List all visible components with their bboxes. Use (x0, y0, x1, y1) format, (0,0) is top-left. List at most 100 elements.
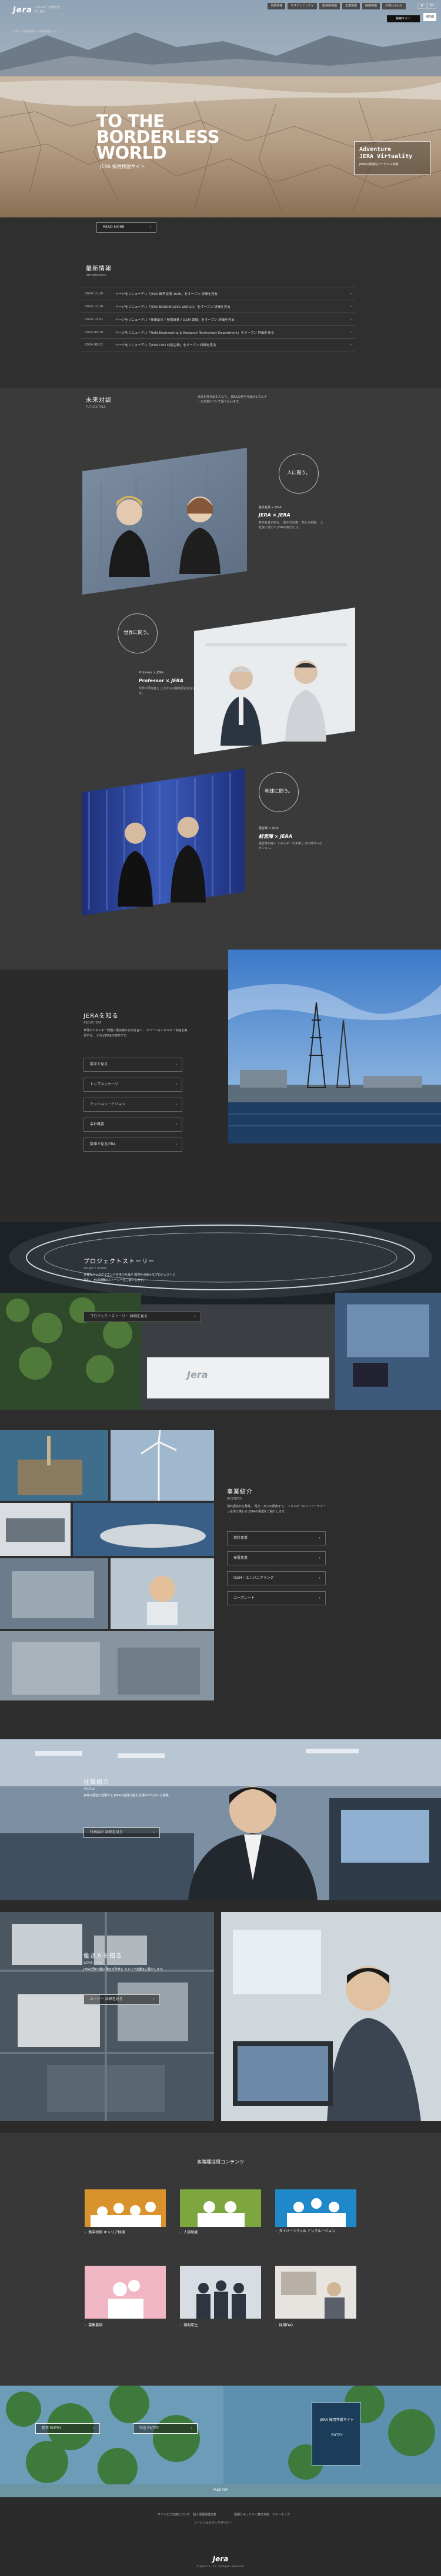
future-lead: 未来を描き出す人たち。 JERAの若手社員がエネルギーの未来について語り合います… (198, 395, 267, 404)
business-link-corporate[interactable]: コーポレート (227, 1591, 326, 1605)
news-section: READ MORE 最新情報 INFORMATION 2024.11.20 ペー… (0, 217, 441, 388)
business-link-fuel[interactable]: 燃料事業 (227, 1531, 326, 1545)
news-text: ページをリニューアル「JERA CEO 対談企画」をオープン 詳細を見る (115, 344, 216, 347)
about-link-numbers[interactable]: 数字で見る (83, 1058, 182, 1072)
talk-2-label: Professor × JERA (139, 671, 163, 675)
chevron-right-icon: › (350, 291, 352, 296)
employee-image (0, 1739, 441, 1900)
jera-logo[interactable]: Jera (13, 6, 32, 15)
logo-tagline-2: 切り拓く (34, 10, 46, 14)
office-image (0, 1222, 441, 1410)
career-entry-button[interactable]: 中途 ENTRY (133, 2423, 198, 2434)
contents-label[interactable]: 募集要項 (85, 2322, 102, 2327)
future-subtitle: FUTURE TALK (86, 405, 106, 409)
talk-3-photo[interactable] (82, 769, 245, 915)
new-grad-entry-button[interactable]: 新卒 ENTRY (35, 2423, 100, 2434)
business-link-power[interactable]: 発電事業 (227, 1551, 326, 1565)
news-title: 最新情報 (86, 266, 112, 272)
work-title: 働き方を知る (83, 1953, 122, 1960)
talk-2-photo[interactable] (194, 608, 355, 754)
chevron-right-icon: › (350, 304, 352, 308)
office-jera-logo: Jera (187, 1369, 208, 1380)
news-item[interactable]: 2024.11.20 ページをリニューアル「JERA 新卒採用 2026」をオー… (81, 287, 355, 300)
talk-1-photo[interactable] (82, 448, 247, 595)
contents-tile-requirements[interactable] (85, 2266, 166, 2319)
nav-item-company[interactable]: 企業情報 (342, 3, 360, 9)
contents-tile-hr-system[interactable] (180, 2189, 261, 2227)
nav-item-sustainability[interactable]: サステナビリティ (288, 3, 317, 9)
footer-links-1[interactable]: サイトのご利用について 個人情報保護方針 (158, 2513, 216, 2517)
about-link-mission[interactable]: ミッション・ビジョン (83, 1098, 182, 1112)
contents-tile-recruit[interactable] (85, 2189, 166, 2227)
about-link-top-message[interactable]: トップメッセージ (83, 1078, 182, 1092)
about-link-company[interactable]: 会社概要 (83, 1118, 182, 1132)
news-text: ページをリニューアル「JERA BORDERLESS WORLD」をオープン 詳… (115, 305, 230, 309)
business-section: 事業紹介 BUSINESS 燃料調達から発電、 電力・ガスの販売まで。 エネルギ… (0, 1410, 441, 1739)
talk-2-text: 世界の研究者と これからの脱炭素社会を語る。 (139, 687, 196, 695)
banner-line-1: Adventure (359, 146, 392, 153)
business-link-om[interactable]: O&M・エンジニアリング (227, 1571, 326, 1585)
news-item[interactable]: 2024.09.10 ページをリニューアル「Field Engineering … (81, 326, 355, 338)
banner-subtext: JERAの挑戦をバーチャル体験 (359, 163, 399, 166)
news-item[interactable]: 2024.11.10 ページをリニューアル「JERA BORDERLESS WO… (81, 300, 355, 313)
people-section[interactable]: 社員紹介 PEOPLE 多様な個性が活躍する JERAの社員が語る 仕事のやりが… (0, 1739, 441, 1900)
about-subtitle: ABOUT JERA (83, 1021, 102, 1025)
contents-label[interactable]: 福利厚生 (180, 2322, 198, 2327)
people-button[interactable]: 社員紹介 詳細を見る (83, 1827, 160, 1838)
contents-label[interactable]: ダイバーシティ& インクルージョン (275, 2229, 346, 2234)
contents-tile-welfare[interactable] (180, 2266, 261, 2319)
recruit-site-button[interactable]: 採用サイト (387, 15, 420, 22)
nav-item-business[interactable]: 事業情報 (268, 3, 286, 9)
aerial-plant-image[interactable] (0, 1912, 214, 2121)
talk-1-text: 若手社員が語る、 働き方改革、 新たな挑戦、 入社後に感じた JERAの魅力とは… (259, 521, 323, 529)
chevron-right-icon: › (350, 343, 352, 347)
talk-2-circle: 世界に問う。 (118, 613, 158, 653)
about-heading: JERAを知る ABOUT JERA (83, 1011, 119, 1025)
nav-item-recruit[interactable]: 採用情報 (362, 3, 380, 9)
contents-label[interactable]: 採用FAQ (275, 2322, 293, 2327)
nav-item-contact[interactable]: お問い合わせ (382, 3, 406, 9)
footer-links-2[interactable]: 情報セキュリティ基本方針 サイトマップ (234, 2513, 290, 2517)
nav-item-ir[interactable]: 投資家情報 (319, 3, 340, 9)
lang-jp-button[interactable]: JP (417, 4, 427, 9)
project-story-section: Jera プロジェクトストーリー PROJECT STORY 多様なバックグラウ… (0, 1222, 441, 1410)
entry-section: 新卒 ENTRY 中途 ENTRY JERA 採用特設サイト ENTRY (0, 2386, 441, 2484)
about-link-data[interactable]: 数値で見るJERA (83, 1138, 182, 1152)
lang-en-button[interactable]: EN (427, 4, 436, 9)
talk-3-label: 経営陣 × JERA (259, 827, 279, 830)
footer-links-3[interactable]: ソーシャルメディアポリシー (194, 2521, 232, 2525)
menu-button[interactable]: MENU (423, 13, 436, 21)
page-top-link[interactable]: PAGE TOP (0, 2488, 441, 2492)
contents-label[interactable]: 新卒採用 キャリア採用 (85, 2229, 125, 2235)
power-plant-image (228, 950, 441, 1143)
project-title: プロジェクトストーリー (83, 1259, 155, 1265)
work-subtitle: WORK STYLE (83, 1961, 103, 1965)
contents-tile-faq[interactable] (275, 2266, 356, 2319)
news-item[interactable]: 2024.08.01 ページをリニューアル「JERA CEO 対談企画」をオープ… (81, 338, 355, 351)
work-heading: 働き方を知る WORK STYLE (83, 1951, 122, 1965)
work-style-section: 働き方を知る WORK STYLE JERAが取り組む 働き方改革と キャリア支… (0, 1900, 441, 2133)
news-date: 2024.11.20 (85, 291, 103, 296)
talk-1-tag: 人に問う。 (287, 470, 310, 475)
intro-read-more-button[interactable]: READ MORE (96, 222, 156, 233)
footer-logo[interactable]: Jera (0, 2555, 441, 2563)
site-header: Jera エネルギー新時代を 切り拓く 事業情報 サステナビリティ 投資家情報 … (0, 0, 441, 26)
entry-background-image (0, 2386, 441, 2484)
news-item[interactable]: 2024.10.01 ページをリニューアル「事業紹介 / 発電事業 / O&M … (81, 313, 355, 326)
project-heading: プロジェクトストーリー PROJECT STORY (83, 1256, 155, 1270)
contents-tile-diversity[interactable] (275, 2189, 356, 2227)
people-heading: 社員紹介 PEOPLE (83, 1777, 109, 1791)
news-date: 2024.11.10 (85, 304, 103, 308)
project-text: 多様なバックグラウンドを持つ社員が 国内外の様々なプロジェクトに挑む。 その挑戦… (83, 1273, 176, 1282)
page-top-bar[interactable]: PAGE TOP (0, 2484, 441, 2497)
talk-1-name: JERA × JERA (259, 512, 290, 518)
entry-banner-title: JERA 採用特設サイト (320, 2418, 354, 2422)
project-story-button[interactable]: プロジェクトストーリー 詳細を見る (83, 1312, 201, 1322)
work-button[interactable]: ムービー 詳細を見る (83, 1994, 160, 2005)
contents-label[interactable]: 人事制度 (180, 2229, 198, 2235)
news-text: ページをリニューアル「JERA 新卒採用 2026」をオープン 詳細を見る (115, 292, 218, 296)
news-text: ページをリニューアル「事業紹介 / 発電事業 / O&M 領域」をオープン 詳細… (115, 318, 235, 322)
hero-section: TO THE BORDERLESS WORLD JERA 採用特設サイト Adv… (0, 0, 441, 217)
entry-banner[interactable]: JERA 採用特設サイト ENTRY (312, 2402, 361, 2466)
virtual-experience-banner[interactable]: Adventure JERA Virtuality JERAの挑戦をバーチャル体… (354, 141, 430, 175)
